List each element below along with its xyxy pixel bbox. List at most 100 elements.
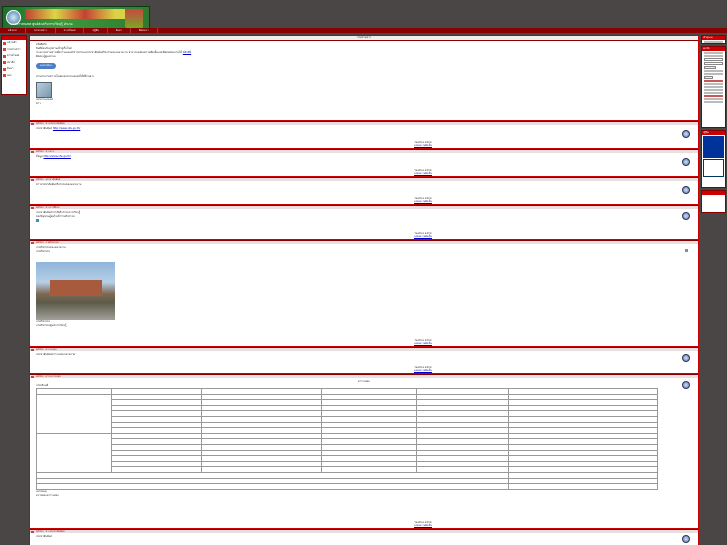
post-title[interactable]: ข่าวการศึกษา <box>46 206 60 210</box>
search-button[interactable] <box>704 76 713 79</box>
intro-contact[interactable]: ติดต่อ ผู้ดูแลระบบ <box>36 55 692 59</box>
bullet-icon <box>3 74 6 78</box>
comment-link[interactable]: แสดงความคิดเห็น <box>414 235 432 238</box>
text-line <box>704 52 723 54</box>
register-button[interactable]: ลงทะเบียน <box>36 63 56 69</box>
comment-link[interactable]: แสดงความคิดเห็น <box>414 200 432 203</box>
post-author[interactable]: admin <box>36 206 44 209</box>
extra-box <box>701 190 726 213</box>
avatar <box>682 158 690 166</box>
post: admin ข่าวประชาสัมพันธ์ ประชาสัมพันธ์ <box>30 529 698 545</box>
sidebar-item-label: ดาวน์โหลด <box>7 54 20 58</box>
post: admin ภาพกิจกรรม ภาพกิจกรรมของหน่วยงาน ภา… <box>30 240 698 346</box>
post-author[interactable]: admin <box>36 530 44 533</box>
post-title[interactable]: ข่าวสาร <box>46 150 54 154</box>
post-title[interactable]: ข่าวประชาสัมพันธ์ <box>46 122 65 126</box>
site-logo[interactable]: ระบบสารสนเทศ ศูนย์ส่งเสริมการเรียนรู้ อำ… <box>2 6 150 29</box>
password-input[interactable] <box>704 62 723 65</box>
calendar-grid[interactable] <box>703 159 724 177</box>
post-author[interactable]: admin <box>36 348 44 351</box>
text-line <box>704 98 723 100</box>
post-text: ขอเชิญชวนผู้สนใจเข้าร่วมกิจกรรม <box>36 215 75 218</box>
small-icon <box>685 249 688 252</box>
left-sidebar: หน้าหลัก กระดานข่าว ดาวน์โหลด สมาชิก ค้น… <box>1 35 27 95</box>
sidebar-item-label: กระดานข่าว <box>7 47 21 51</box>
nav-item-calendar[interactable]: ปฏิทิน <box>84 28 108 33</box>
avatar <box>682 186 690 194</box>
comment-link[interactable]: แสดงความคิดเห็น <box>414 369 432 372</box>
post-title[interactable]: ตารางสอบ <box>46 348 57 352</box>
post-footer: โพสต์โดย admin แสดงความคิดเห็น <box>414 521 432 527</box>
username-input[interactable] <box>704 58 723 61</box>
extra-box-header <box>702 191 725 195</box>
post-icon <box>31 150 34 153</box>
text-line <box>704 55 723 57</box>
calendar-box-title: ปฏิทิน <box>702 131 725 135</box>
bullet-icon <box>3 67 6 71</box>
right-sidebar: เข้าสู่ระบบ สมาชิก ปฏิทิน <box>701 35 726 215</box>
nav-item-contact[interactable]: ติดต่อเรา <box>131 28 158 33</box>
text-line <box>704 92 723 94</box>
post-title[interactable]: ตารางการสอบ <box>46 375 61 379</box>
post-footer: โพสต์โดย admin แสดงความคิดเห็น <box>414 339 432 345</box>
post: admin ข่าวประชาสัมพันธ์ ประชาสัมพันธ์ htt… <box>30 121 698 148</box>
avatar <box>682 381 690 389</box>
text-line <box>704 83 723 85</box>
avatar <box>682 130 690 138</box>
avatar <box>682 212 690 220</box>
post-title[interactable]: ข่าวประชาสัมพันธ์ <box>46 530 65 534</box>
top-navigation: หน้าแรก กระดานข่าว ดาวน์โหลด ปฏิทิน ค้นห… <box>0 28 727 33</box>
intro-link[interactable]: คลิกที่นี่ <box>183 51 191 54</box>
text-line <box>704 101 723 103</box>
nav-item-search[interactable]: ค้นหา <box>108 28 131 33</box>
activity-photo[interactable] <box>36 262 115 320</box>
nav-item-download[interactable]: ดาวน์โหลด <box>56 28 85 33</box>
site-subtitle: ระบบสารสนเทศ ศูนย์ส่งเสริมการเรียนรู้ อำ… <box>9 22 73 26</box>
document-thumbnail[interactable] <box>36 82 52 98</box>
post-author[interactable]: admin <box>36 241 44 244</box>
sidebar-item-logout[interactable]: ออก <box>2 73 26 80</box>
schedule-table <box>36 388 658 490</box>
comment-link[interactable]: แสดงความคิดเห็น <box>414 144 432 147</box>
intro-line: ระบบกระดานข่าวเพื่อการเผยแพร่ข่าวสารและป… <box>36 51 182 54</box>
calendar-box: ปฏิทิน <box>701 130 726 188</box>
text-line <box>704 70 723 72</box>
post-text: ประชาสัมพันธ์ตารางสอบปลายภาค <box>36 353 76 356</box>
text-line <box>704 73 723 75</box>
post-title[interactable]: ประชาสัมพันธ์ <box>46 178 61 182</box>
intro-panel: สวัสดีครับ ยินดีต้อนรับทุกท่านเข้าสู่เว็… <box>30 40 698 120</box>
attachment-icon[interactable] <box>36 219 39 222</box>
post-author[interactable]: admin <box>36 150 44 153</box>
post-text: ประชาสัมพันธ์ <box>36 127 53 130</box>
intro-line: ท่านสามารถดาวน์โหลดเอกสารเผยแพร่ได้ที่ด้… <box>36 75 94 78</box>
text-line <box>704 41 723 43</box>
post-icon <box>31 241 34 244</box>
post-footer: โพสต์โดย admin แสดงความคิดเห็น <box>414 141 432 147</box>
nav-item-board[interactable]: กระดานข่าว <box>26 28 56 33</box>
post-author[interactable]: admin <box>36 122 44 125</box>
post-link[interactable]: http://www.nfe.go.th/ <box>53 127 80 130</box>
post: admin ตารางสอบ ประชาสัมพันธ์ตารางสอบปลายภ… <box>30 347 698 373</box>
post-footer: โพสต์โดย admin แสดงความคิดเห็น <box>414 232 432 238</box>
nav-item-home[interactable]: หน้าแรก <box>0 28 26 33</box>
sidebar-item-label: ออก <box>7 73 12 77</box>
post: admin ประชาสัมพันธ์ ข่าวประชาสัมพันธ์กิจก… <box>30 177 698 204</box>
login-button[interactable] <box>704 66 716 69</box>
post-footer: โพสต์โดย admin แสดงความคิดเห็น <box>414 197 432 203</box>
post: admin ข่าวการศึกษา ประชาสัมพันธ์การจัดกิจ… <box>30 205 698 239</box>
post-link[interactable]: http://www.nfe.go.th/ <box>43 155 70 158</box>
post-text: ข่าวประชาสัมพันธ์กิจกรรมของหน่วยงาน <box>36 183 82 186</box>
member-box: สมาชิก <box>701 46 726 128</box>
comment-link[interactable]: แสดงความคิดเห็น <box>414 524 432 527</box>
post-title[interactable]: ภาพกิจกรรม <box>46 241 59 245</box>
post-text: ภาพกิจกรรม <box>36 250 51 253</box>
post-author[interactable]: admin <box>36 375 44 378</box>
text-line <box>704 89 723 91</box>
comment-link[interactable]: แสดงความคิดเห็น <box>414 342 432 345</box>
post-footer: โพสต์โดย admin แสดงความคิดเห็น <box>414 169 432 175</box>
bullet-icon <box>3 41 6 45</box>
comment-link[interactable]: แสดงความคิดเห็น <box>414 172 432 175</box>
post-icon <box>31 348 34 351</box>
post-author[interactable]: admin <box>36 178 44 181</box>
calendar-widget[interactable] <box>703 136 724 158</box>
